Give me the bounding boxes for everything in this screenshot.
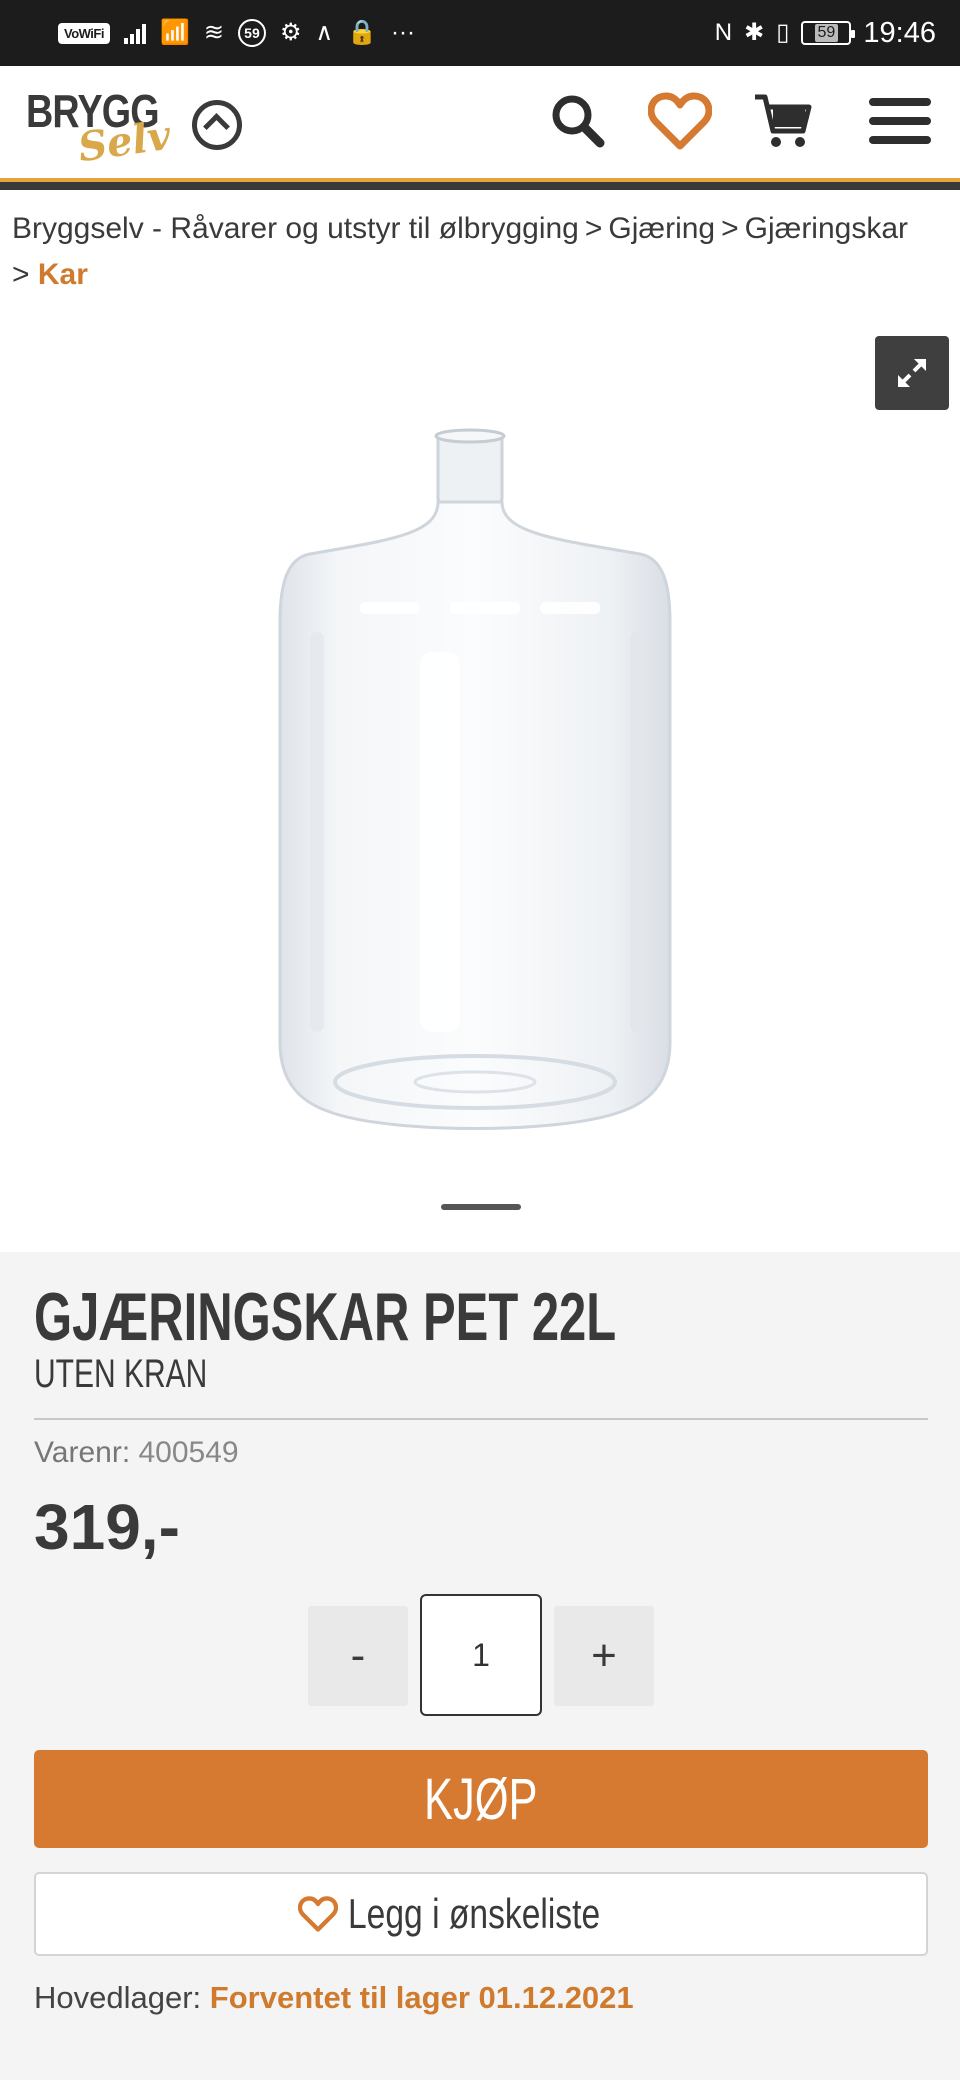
logo-mark-icon	[192, 100, 242, 150]
app-icon: ∧	[315, 19, 334, 46]
site-header: BRYGG Selv	[0, 66, 960, 180]
breadcrumb-item-gjaeringskar[interactable]: Gjæringskar	[745, 212, 908, 245]
quantity-stepper: - 1 +	[308, 1592, 658, 1716]
wifi-icon: 📶	[159, 19, 190, 46]
stock-status: Hovedlager: Forventet til lager 01.12.20…	[34, 1980, 634, 2016]
header-stripes	[0, 178, 960, 194]
battery-icon: 59	[801, 21, 856, 45]
vowifi-icon: VoWiFi	[58, 22, 110, 44]
product-image	[278, 428, 672, 1130]
divider	[34, 1418, 928, 1420]
expand-button[interactable]	[875, 336, 949, 410]
settings-icon: ⚙	[279, 19, 302, 46]
more-icon: ···	[390, 19, 415, 46]
breadcrumb-separator: >	[12, 258, 30, 291]
logo[interactable]: BRYGG Selv	[26, 80, 242, 171]
buy-button-label: KJØP	[424, 1766, 538, 1832]
cart-icon[interactable]	[748, 86, 818, 156]
breadcrumb-current: Kar	[37, 258, 88, 291]
bluetooth-icon: ✱	[744, 19, 765, 46]
signal-icon	[123, 22, 146, 44]
status-right: N ✱ ▯ 59 19:46	[715, 17, 936, 50]
decrease-quantity-button[interactable]: -	[308, 1606, 408, 1706]
product-subtitle: UTEN KRAN	[34, 1352, 208, 1396]
price: 319,-	[34, 1491, 180, 1563]
sku-value: 400549	[138, 1436, 239, 1469]
product-info: GJÆRINGSKAR PET 22L UTEN KRAN Varenr: 40…	[0, 1252, 960, 2080]
breadcrumb-item-gjaering[interactable]: Gjæring	[608, 212, 715, 245]
vibrate-icon: ▯	[776, 19, 790, 46]
search-icon[interactable]	[543, 86, 613, 156]
breadcrumb-separator: >	[721, 212, 739, 245]
sku-label: Varenr:	[34, 1436, 131, 1469]
increase-quantity-button[interactable]: +	[554, 1606, 654, 1706]
status-left: VoWiFi 📶 ≋ 59 ⚙ ∧ 🔒 ···	[58, 19, 415, 47]
breadcrumb-separator: >	[584, 212, 603, 245]
breadcrumb-item-home[interactable]: Bryggselv - Råvarer og utstyr til ølbryg…	[12, 212, 579, 245]
nfc-icon: N	[714, 19, 733, 46]
stock-label: Hovedlager:	[34, 1980, 202, 2015]
sku: Varenr: 400549	[34, 1436, 239, 1470]
breadcrumb: Bryggselv - Råvarer og utstyr til ølbryg…	[12, 206, 952, 298]
product-gallery[interactable]	[0, 310, 960, 1252]
battery-level: 59	[814, 24, 839, 42]
buy-button[interactable]: KJØP	[34, 1750, 928, 1848]
lock-icon: 🔒	[347, 19, 377, 46]
clock: 19:46	[863, 16, 936, 49]
hotspot-icon: ≋	[203, 19, 224, 46]
gallery-indicator[interactable]	[441, 1204, 521, 1210]
menu-icon[interactable]	[865, 86, 935, 156]
quantity-input[interactable]: 1	[420, 1594, 542, 1716]
wishlist-label: Legg i ønskeliste	[348, 1890, 601, 1937]
status-bar: VoWiFi 📶 ≋ 59 ⚙ ∧ 🔒 ··· N ✱ ▯ 59 19:46	[0, 0, 960, 66]
heart-icon[interactable]	[645, 86, 715, 156]
stock-value: Forventet til lager 01.12.2021	[209, 1980, 634, 2015]
heart-icon	[298, 1896, 339, 1932]
expand-icon	[898, 359, 926, 387]
notification-count-icon: 59	[237, 19, 266, 47]
product-title: GJÆRINGSKAR PET 22L	[34, 1279, 617, 1355]
add-to-wishlist-button[interactable]: Legg i ønskeliste	[34, 1872, 928, 1956]
